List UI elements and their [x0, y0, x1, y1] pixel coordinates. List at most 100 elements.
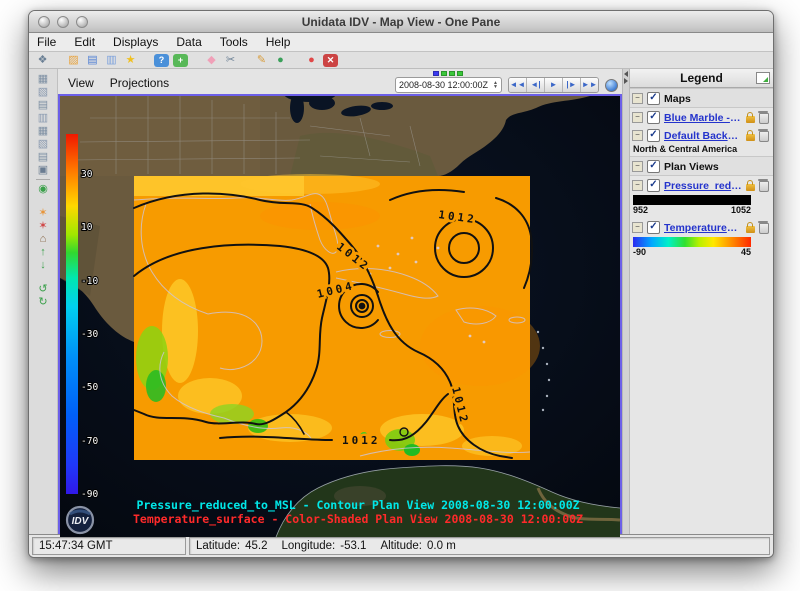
item-visibility-checkbox[interactable]: ✓ — [647, 129, 660, 142]
collapse-group-button[interactable]: − — [632, 93, 643, 104]
idv-logo: IDV — [67, 507, 93, 533]
temperature-colorbar-labels: -90 45 — [633, 247, 751, 257]
display-link[interactable]: Temperature_surface - ... — [664, 222, 742, 234]
step-forward-button[interactable]: |► — [563, 78, 581, 92]
collapse-item-button[interactable]: − — [632, 130, 643, 141]
remove-display-icon[interactable] — [759, 223, 769, 234]
collapse-group-button[interactable]: − — [632, 161, 643, 172]
viewpoint-icon-2[interactable]: ▧ — [35, 86, 51, 98]
go-to-end-button[interactable]: ►► — [581, 78, 598, 92]
lock-icon[interactable] — [746, 226, 755, 233]
clock-readout: 15:47:34 GMT — [32, 537, 186, 555]
collapse-left-icon[interactable] — [624, 71, 628, 77]
play-button[interactable]: ► — [545, 78, 563, 92]
rail-divider — [36, 179, 50, 180]
time-value: 2008-08-30 12:00:00Z — [399, 80, 488, 90]
group-visibility-checkbox[interactable]: ✓ — [647, 92, 660, 105]
idv-window: Unidata IDV - Map View - One Pane File E… — [28, 10, 774, 558]
group-label: Plan Views — [664, 161, 719, 173]
close-icon[interactable]: ✕ — [323, 54, 338, 67]
contour-label: 1012 — [342, 434, 381, 447]
show-dashboard-icon[interactable]: ❖ — [35, 54, 50, 67]
svg-text:-50: -50 — [81, 382, 98, 393]
item-visibility-checkbox[interactable]: ✓ — [647, 221, 660, 234]
collapse-item-button[interactable]: − — [632, 112, 643, 123]
altitude-label: Altitude: — [380, 540, 422, 552]
group-visibility-checkbox[interactable]: ✓ — [647, 160, 660, 173]
remove-display-icon[interactable] — [759, 181, 769, 192]
menu-data[interactable]: Data — [176, 35, 201, 49]
float-legend-icon[interactable] — [756, 72, 770, 84]
globe-projection-icon[interactable]: ● — [273, 54, 288, 67]
favorites-star-icon[interactable]: ★ — [123, 54, 138, 67]
menu-help[interactable]: Help — [266, 35, 291, 49]
erase-icon[interactable]: ◆ — [204, 54, 219, 67]
animation-properties-icon[interactable] — [605, 79, 618, 92]
viewpoint-icon-4[interactable]: ▥ — [35, 112, 51, 124]
help-icon[interactable]: ? — [154, 54, 169, 67]
menu-edit[interactable]: Edit — [74, 35, 95, 49]
item-visibility-checkbox[interactable]: ✓ — [647, 111, 660, 124]
record-image-icon[interactable]: ● — [304, 54, 319, 67]
main-toolbar: ❖ ▨ ▤ ▥ ★ ? + ◆ ✂ ✎ ● ● ✕ — [29, 52, 773, 69]
menu-file[interactable]: File — [37, 35, 56, 49]
open-file-icon[interactable]: ▨ — [66, 54, 81, 67]
collapse-right-icon[interactable] — [624, 78, 628, 84]
vertical-down-icon[interactable]: ↓ — [35, 259, 51, 271]
cut-icon[interactable]: ✂ — [223, 54, 238, 67]
remove-display-icon[interactable] — [759, 131, 769, 142]
collapse-item-button[interactable]: − — [632, 180, 643, 191]
legend-group-plan-views: − ✓ Plan Views — [630, 156, 773, 176]
legend-item-background-maps: − ✓ Default Background Maps — [630, 126, 773, 144]
remove-display-icon[interactable] — [759, 113, 769, 124]
menu-displays[interactable]: Displays — [113, 35, 158, 49]
menu-tools[interactable]: Tools — [220, 35, 248, 49]
viewpoint-icon-1[interactable]: ▦ — [35, 73, 51, 85]
map-view[interactable]: 1012 1012 1004 1012 1012 30 10 — [58, 94, 622, 534]
animation-step-indicators — [433, 71, 463, 76]
svg-text:-90: -90 — [81, 489, 98, 500]
sunlight-icon[interactable]: ✶ — [35, 207, 51, 219]
lock-icon[interactable] — [746, 134, 755, 141]
home-viewpoint-icon[interactable]: ⌂ — [35, 233, 51, 245]
window-title: Unidata IDV - Map View - One Pane — [29, 15, 773, 29]
perspective-icon[interactable]: ▣ — [35, 164, 51, 176]
legend-header: Legend — [630, 69, 773, 88]
time-stepper[interactable]: ▲▼ — [493, 81, 498, 89]
viewpoint-icon-5[interactable]: ▦ — [35, 125, 51, 137]
undo-icon[interactable]: ↺ — [35, 283, 51, 295]
display-link[interactable]: Blue Marble - Dynamic — [664, 112, 742, 124]
projections-menu[interactable]: Projections — [110, 76, 169, 90]
view-menu[interactable]: View — [68, 76, 94, 90]
position-readout: Latitude: 45.2 Longitude: -53.1 Altitude… — [189, 537, 770, 555]
lock-icon[interactable] — [746, 116, 755, 123]
legend-splitter[interactable] — [622, 69, 630, 534]
vertical-up-icon[interactable]: ↑ — [35, 246, 51, 258]
globe-icon[interactable]: ◉ — [35, 183, 51, 195]
lock-icon[interactable] — [746, 184, 755, 191]
edit-pencil-icon[interactable]: ✎ — [254, 54, 269, 67]
title-bar[interactable]: Unidata IDV - Map View - One Pane — [29, 11, 773, 33]
add-display-icon[interactable]: + — [173, 54, 188, 67]
save-icon[interactable]: ▤ — [85, 54, 100, 67]
viewpoint-icon-6[interactable]: ▧ — [35, 138, 51, 150]
step-back-button[interactable]: ◄| — [527, 78, 545, 92]
pressure-colorbar[interactable] — [633, 195, 751, 205]
collapse-item-button[interactable]: − — [632, 222, 643, 233]
time-select[interactable]: 2008-08-30 12:00:00Z ▲▼ — [395, 77, 502, 93]
copy-bundle-icon[interactable]: ▥ — [104, 54, 119, 67]
indicator-step — [449, 71, 455, 76]
display-link[interactable]: Default Background Maps — [664, 130, 742, 142]
viewpoint-icon-3[interactable]: ▤ — [35, 99, 51, 111]
flag-icon[interactable]: ✶ — [35, 220, 51, 232]
svg-text:-70: -70 — [81, 436, 98, 447]
display-link[interactable]: Pressure_reduced_to_MS... — [664, 180, 742, 192]
map-set-label: North & Central America — [630, 144, 773, 156]
item-visibility-checkbox[interactable]: ✓ — [647, 179, 660, 192]
redo-icon[interactable]: ↻ — [35, 296, 51, 308]
go-to-start-button[interactable]: ◄◄ — [509, 78, 527, 92]
legend-panel: Legend − ✓ Maps − ✓ Blue Marble - Dynami… — [630, 69, 773, 534]
map-canvas: 1012 1012 1004 1012 1012 30 10 — [60, 96, 620, 537]
temperature-legend-colorbar[interactable] — [633, 237, 751, 247]
viewpoint-icon-7[interactable]: ▤ — [35, 151, 51, 163]
